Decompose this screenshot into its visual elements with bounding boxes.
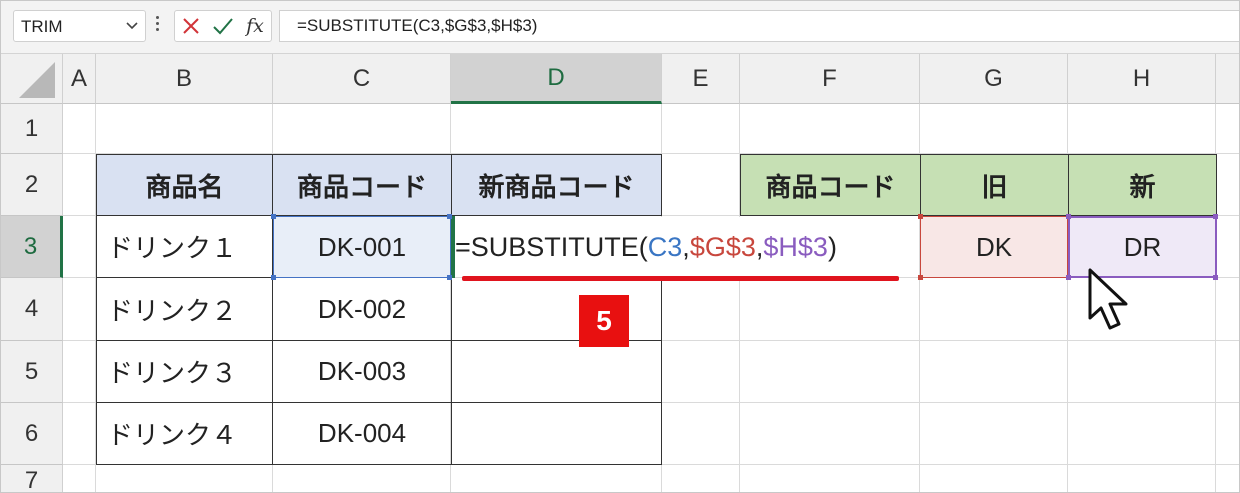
formula-buttons: fx [174, 10, 272, 42]
row-header-3[interactable]: 3 [1, 216, 63, 278]
formula-suffix: ) [827, 231, 837, 262]
row-header-2[interactable]: 2 [1, 154, 63, 216]
column-header-e[interactable]: E [662, 54, 740, 104]
highlight-underline [462, 276, 899, 281]
range-handle[interactable] [1066, 214, 1071, 219]
table1-code-cell[interactable]: DK-004 [272, 402, 452, 465]
column-header-f[interactable]: F [740, 54, 920, 104]
name-box-value: TRIM [21, 17, 63, 36]
table1-code-cell[interactable]: DK-002 [272, 278, 452, 341]
range-handle[interactable] [1213, 275, 1218, 280]
column-header-d[interactable]: D [451, 54, 662, 104]
table1-code-cell-ref[interactable]: DK-001 [273, 216, 451, 278]
table1-header-code[interactable]: 商品コード [272, 154, 452, 216]
table1-name-cell[interactable]: ドリンク２ [96, 278, 273, 341]
column-header-h[interactable]: H [1068, 54, 1216, 104]
row-header-1[interactable]: 1 [1, 104, 63, 154]
formula-input[interactable]: =SUBSTITUTE(C3,$G$3,$H$3) [279, 10, 1239, 42]
range-handle[interactable] [447, 214, 452, 219]
range-handle[interactable] [918, 275, 923, 280]
table2-old-value-cell[interactable]: DK [920, 216, 1068, 278]
table1-new-code-cell[interactable] [451, 278, 662, 341]
mouse-pointer-icon [1088, 268, 1128, 330]
table2-header-old[interactable]: 旧 [920, 154, 1069, 216]
step-number-badge: 5 [579, 295, 629, 347]
more-options-icon[interactable] [154, 13, 160, 37]
range-handle[interactable] [271, 214, 276, 219]
range-handle[interactable] [1066, 275, 1071, 280]
table1-new-code-cell[interactable] [451, 340, 662, 403]
chevron-down-icon[interactable] [125, 15, 139, 41]
row-header-5[interactable]: 5 [1, 341, 63, 403]
formula-ref-c3: C3 [647, 231, 683, 262]
check-icon[interactable] [211, 14, 235, 38]
row-header-4[interactable]: 4 [1, 278, 63, 341]
formula-separator: , [682, 231, 690, 262]
column-header-c[interactable]: C [273, 54, 451, 104]
table2-header-new[interactable]: 新 [1068, 154, 1217, 216]
close-icon[interactable] [179, 14, 203, 38]
formula-prefix: =SUBSTITUTE( [455, 231, 648, 262]
formula-ref-h3: $H$3 [763, 231, 828, 262]
formula-text: =SUBSTITUTE(C3,$G$3,$H$3) [297, 16, 538, 35]
table1-header-new-code[interactable]: 新商品コード [451, 154, 662, 216]
formula-separator: , [755, 231, 764, 262]
insert-function-button[interactable]: fx [243, 14, 267, 38]
column-header-i[interactable] [1216, 54, 1239, 104]
excel-window: TRIM fx =SUBSTITUTE(C3,$G$3,$H$3) A B C … [0, 0, 1240, 493]
range-handle[interactable] [271, 275, 276, 280]
row-header-7[interactable]: 7 [1, 465, 63, 492]
name-box[interactable]: TRIM [13, 10, 146, 42]
table1-new-code-cell[interactable] [451, 402, 662, 465]
column-header-b[interactable]: B [96, 54, 273, 104]
row-header-6[interactable]: 6 [1, 403, 63, 465]
formula-ref-g3: $G$3 [689, 231, 756, 262]
table1-name-cell[interactable]: ドリンク４ [96, 402, 273, 465]
range-handle[interactable] [918, 214, 923, 219]
select-all-button[interactable] [1, 54, 63, 104]
in-cell-formula-editor[interactable]: =SUBSTITUTE(C3, $G$3, $H$3) [455, 217, 915, 277]
table2-header-code[interactable]: 商品コード [740, 154, 921, 216]
table1-name-cell[interactable]: ドリンク３ [96, 340, 273, 403]
column-header-g[interactable]: G [920, 54, 1068, 104]
table1-name-cell[interactable]: ドリンク１ [96, 215, 273, 278]
range-handle[interactable] [1213, 214, 1218, 219]
table1-code-cell[interactable]: DK-003 [272, 340, 452, 403]
formula-bar: TRIM fx =SUBSTITUTE(C3,$G$3,$H$3) [1, 1, 1239, 54]
table1-header-name[interactable]: 商品名 [96, 154, 273, 216]
column-header-a[interactable]: A [63, 54, 96, 104]
range-handle[interactable] [447, 275, 452, 280]
